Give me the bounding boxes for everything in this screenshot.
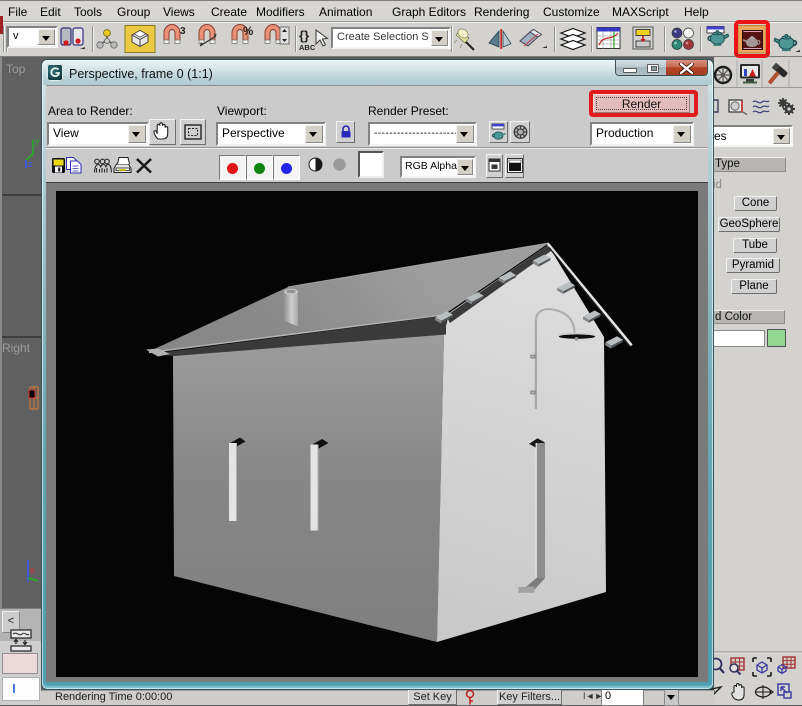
svg-text:%: % bbox=[243, 26, 253, 38]
svg-text:ABC: ABC bbox=[299, 43, 316, 52]
svg-text:x: x bbox=[30, 565, 35, 575]
svg-text:{}: {} bbox=[299, 28, 309, 43]
svg-text:y: y bbox=[35, 136, 40, 146]
svg-text:3: 3 bbox=[180, 26, 186, 37]
svg-text:z: z bbox=[28, 159, 33, 169]
